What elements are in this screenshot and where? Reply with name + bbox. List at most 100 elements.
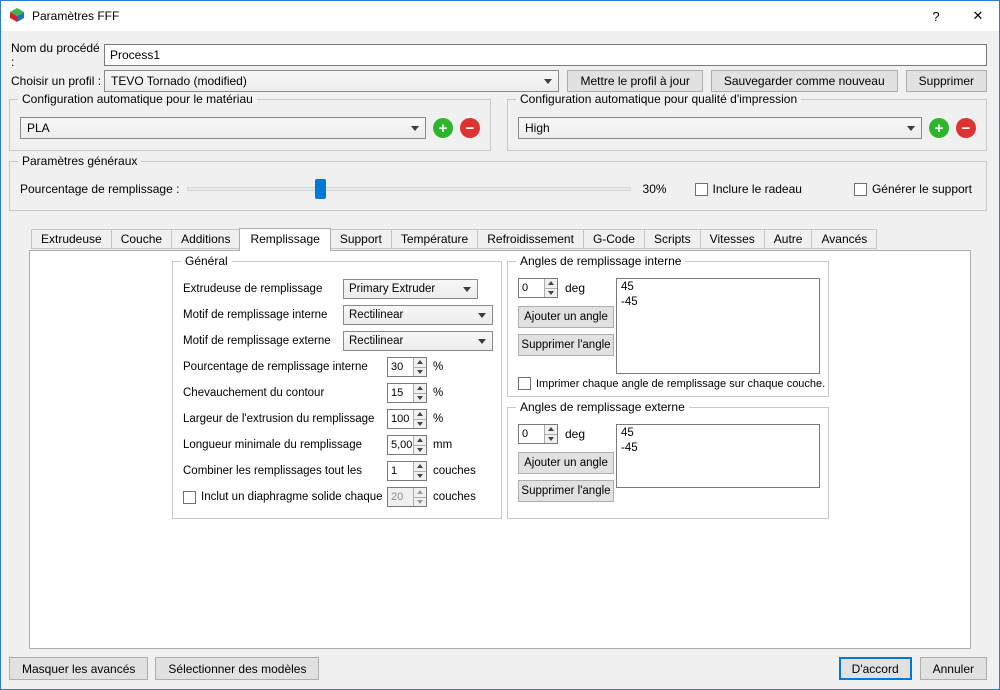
internal-remove-angle-button[interactable]: Supprimer l'angle <box>518 334 614 356</box>
spin-down-button[interactable] <box>414 471 426 481</box>
infill-percentage-value: 30% <box>643 182 685 196</box>
cancel-button[interactable]: Annuler <box>920 657 987 680</box>
outline-overlap-spinner[interactable] <box>387 383 427 403</box>
spin-down-button[interactable] <box>414 419 426 429</box>
combine-infill-spinner[interactable] <box>387 461 427 481</box>
external-add-angle-button[interactable]: Ajouter un angle <box>518 452 614 474</box>
infill-slider-handle[interactable] <box>315 179 326 199</box>
internal-angle-spinner[interactable] <box>518 278 558 298</box>
chevron-down-icon <box>907 126 915 131</box>
combine-infill-label: Combiner les remplissages tout les <box>183 465 387 477</box>
infill-extrusion-width-input[interactable] <box>388 410 413 428</box>
external-pattern-label: Motif de remplissage externe <box>183 335 343 347</box>
internal-angle-input[interactable] <box>519 279 544 297</box>
tab-avances[interactable]: Avancés <box>811 229 877 249</box>
print-every-angle-checkbox[interactable] <box>518 377 531 390</box>
spin-up-button[interactable] <box>414 436 426 445</box>
spin-down-button[interactable] <box>545 288 557 298</box>
internal-add-angle-button[interactable]: Ajouter un angle <box>518 306 614 328</box>
include-raft-label: Inclure le radeau <box>713 182 802 196</box>
auto-material-title: Configuration automatique pour le matéri… <box>18 92 257 106</box>
titlebar: Paramètres FFF ? ✕ <box>1 1 999 31</box>
material-select[interactable]: PLA <box>20 117 426 139</box>
external-angles-title: Angles de remplissage externe <box>516 400 689 414</box>
external-angle-input[interactable] <box>519 425 544 443</box>
combine-infill-input[interactable] <box>388 462 413 480</box>
spin-up-button[interactable] <box>545 425 557 434</box>
list-item[interactable]: 45 <box>621 280 815 295</box>
infill-extrusion-width-spinner[interactable] <box>387 409 427 429</box>
tab-vitesses[interactable]: Vitesses <box>700 229 765 249</box>
internal-infill-percent-spinner[interactable] <box>387 357 427 377</box>
tab-refroidissement[interactable]: Refroidissement <box>477 229 584 249</box>
solid-diaphragm-checkbox[interactable] <box>183 491 196 504</box>
quality-select[interactable]: High <box>518 117 922 139</box>
infill-slider[interactable] <box>187 178 630 200</box>
arrow-up-icon <box>417 386 423 390</box>
spin-down-button[interactable] <box>545 434 557 444</box>
list-item[interactable]: -45 <box>621 295 815 310</box>
help-button[interactable]: ? <box>915 1 957 31</box>
infill-extruder-select[interactable]: Primary Extruder <box>343 279 478 299</box>
general-settings-group: Paramètres généraux Pourcentage de rempl… <box>9 161 987 211</box>
external-angles-list[interactable]: 45 -45 <box>616 424 820 488</box>
spin-up-button[interactable] <box>414 410 426 419</box>
ok-button[interactable]: D'accord <box>839 657 912 680</box>
close-button[interactable]: ✕ <box>957 1 999 31</box>
select-models-button[interactable]: Sélectionner des modèles <box>155 657 319 680</box>
internal-pattern-row: Motif de remplissage interne Rectilinear <box>183 302 493 328</box>
spin-down-button[interactable] <box>414 445 426 455</box>
tab-couche[interactable]: Couche <box>111 229 172 249</box>
profile-selected-value: TEVO Tornado (modified) <box>111 74 247 88</box>
arrow-down-icon <box>417 500 423 504</box>
external-pattern-select[interactable]: Rectilinear <box>343 331 493 351</box>
chevron-down-icon <box>411 126 419 131</box>
internal-infill-percent-input[interactable] <box>388 358 413 376</box>
update-profile-button[interactable]: Mettre le profil à jour <box>567 70 702 92</box>
tab-gcode[interactable]: G-Code <box>583 229 645 249</box>
tab-extrudeuse[interactable]: Extrudeuse <box>31 229 112 249</box>
process-name-row: Nom du procédé : <box>11 41 987 69</box>
list-item[interactable]: -45 <box>621 441 815 456</box>
spin-up-button[interactable] <box>414 462 426 471</box>
external-pattern-value: Rectilinear <box>349 335 403 347</box>
tab-remplissage[interactable]: Remplissage <box>239 228 330 251</box>
internal-angles-list[interactable]: 45 -45 <box>616 278 820 374</box>
external-remove-angle-button[interactable]: Supprimer l'angle <box>518 480 614 502</box>
remove-quality-button[interactable]: − <box>956 118 976 138</box>
spin-up-button[interactable] <box>414 384 426 393</box>
process-name-input[interactable] <box>104 44 987 66</box>
delete-profile-button[interactable]: Supprimer <box>906 70 987 92</box>
external-angle-spinner[interactable] <box>518 424 558 444</box>
tab-support[interactable]: Support <box>330 229 392 249</box>
spin-up-button[interactable] <box>414 358 426 367</box>
tab-autre[interactable]: Autre <box>764 229 813 249</box>
hide-advanced-button[interactable]: Masquer les avancés <box>9 657 148 680</box>
internal-infill-percent-row: Pourcentage de remplissage interne % <box>183 354 493 380</box>
window-title: Paramètres FFF <box>32 9 119 23</box>
chevron-down-icon <box>463 287 471 292</box>
arrow-down-icon <box>417 474 423 478</box>
spin-down-button[interactable] <box>414 367 426 377</box>
arrow-down-icon <box>548 291 554 295</box>
infill-slider-track[interactable] <box>187 187 630 191</box>
list-item[interactable]: 45 <box>621 426 815 441</box>
add-quality-button[interactable]: + <box>929 118 949 138</box>
tab-temperature[interactable]: Température <box>391 229 478 249</box>
add-material-button[interactable]: + <box>433 118 453 138</box>
include-raft-checkbox[interactable] <box>695 183 708 196</box>
profile-select[interactable]: TEVO Tornado (modified) <box>104 70 559 92</box>
generate-support-checkbox[interactable] <box>854 183 867 196</box>
save-as-new-button[interactable]: Sauvegarder comme nouveau <box>711 70 898 92</box>
outline-overlap-input[interactable] <box>388 384 413 402</box>
internal-pattern-select[interactable]: Rectilinear <box>343 305 493 325</box>
remove-material-button[interactable]: − <box>460 118 480 138</box>
min-infill-length-spinner[interactable] <box>387 435 427 455</box>
min-infill-length-input[interactable] <box>388 436 413 454</box>
tab-scripts[interactable]: Scripts <box>644 229 701 249</box>
tab-additions[interactable]: Additions <box>171 229 240 249</box>
spin-down-button[interactable] <box>414 393 426 403</box>
process-name-label: Nom du procédé : <box>11 41 104 69</box>
spin-up-button[interactable] <box>545 279 557 288</box>
settings-tab-control: Extrudeuse Couche Additions Remplissage … <box>29 228 971 649</box>
